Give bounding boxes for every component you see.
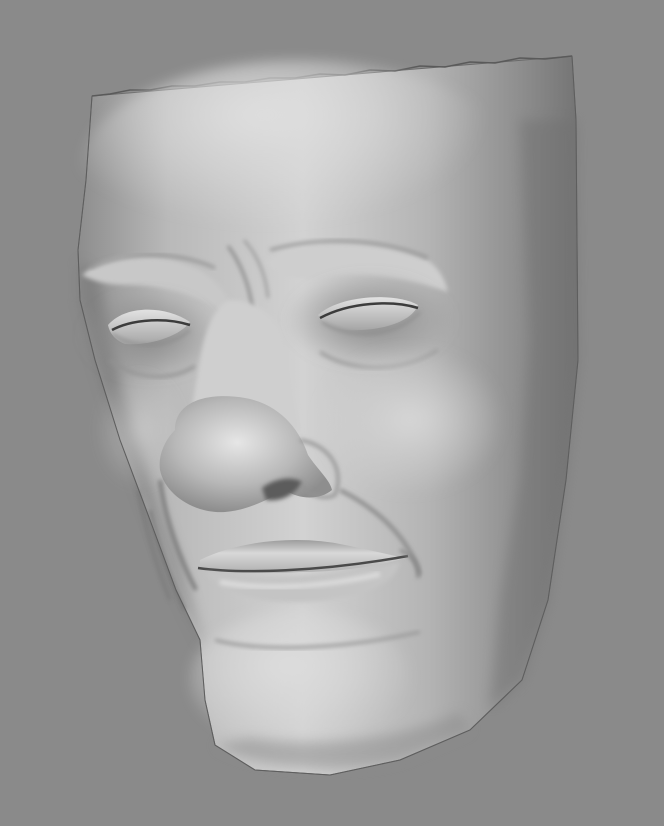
chin-highlight (190, 610, 410, 750)
right-cheek-highlight (315, 345, 505, 495)
forehead-highlight (80, 60, 520, 280)
viewport-background (0, 0, 664, 826)
face-sculpt-render (77, 55, 579, 776)
